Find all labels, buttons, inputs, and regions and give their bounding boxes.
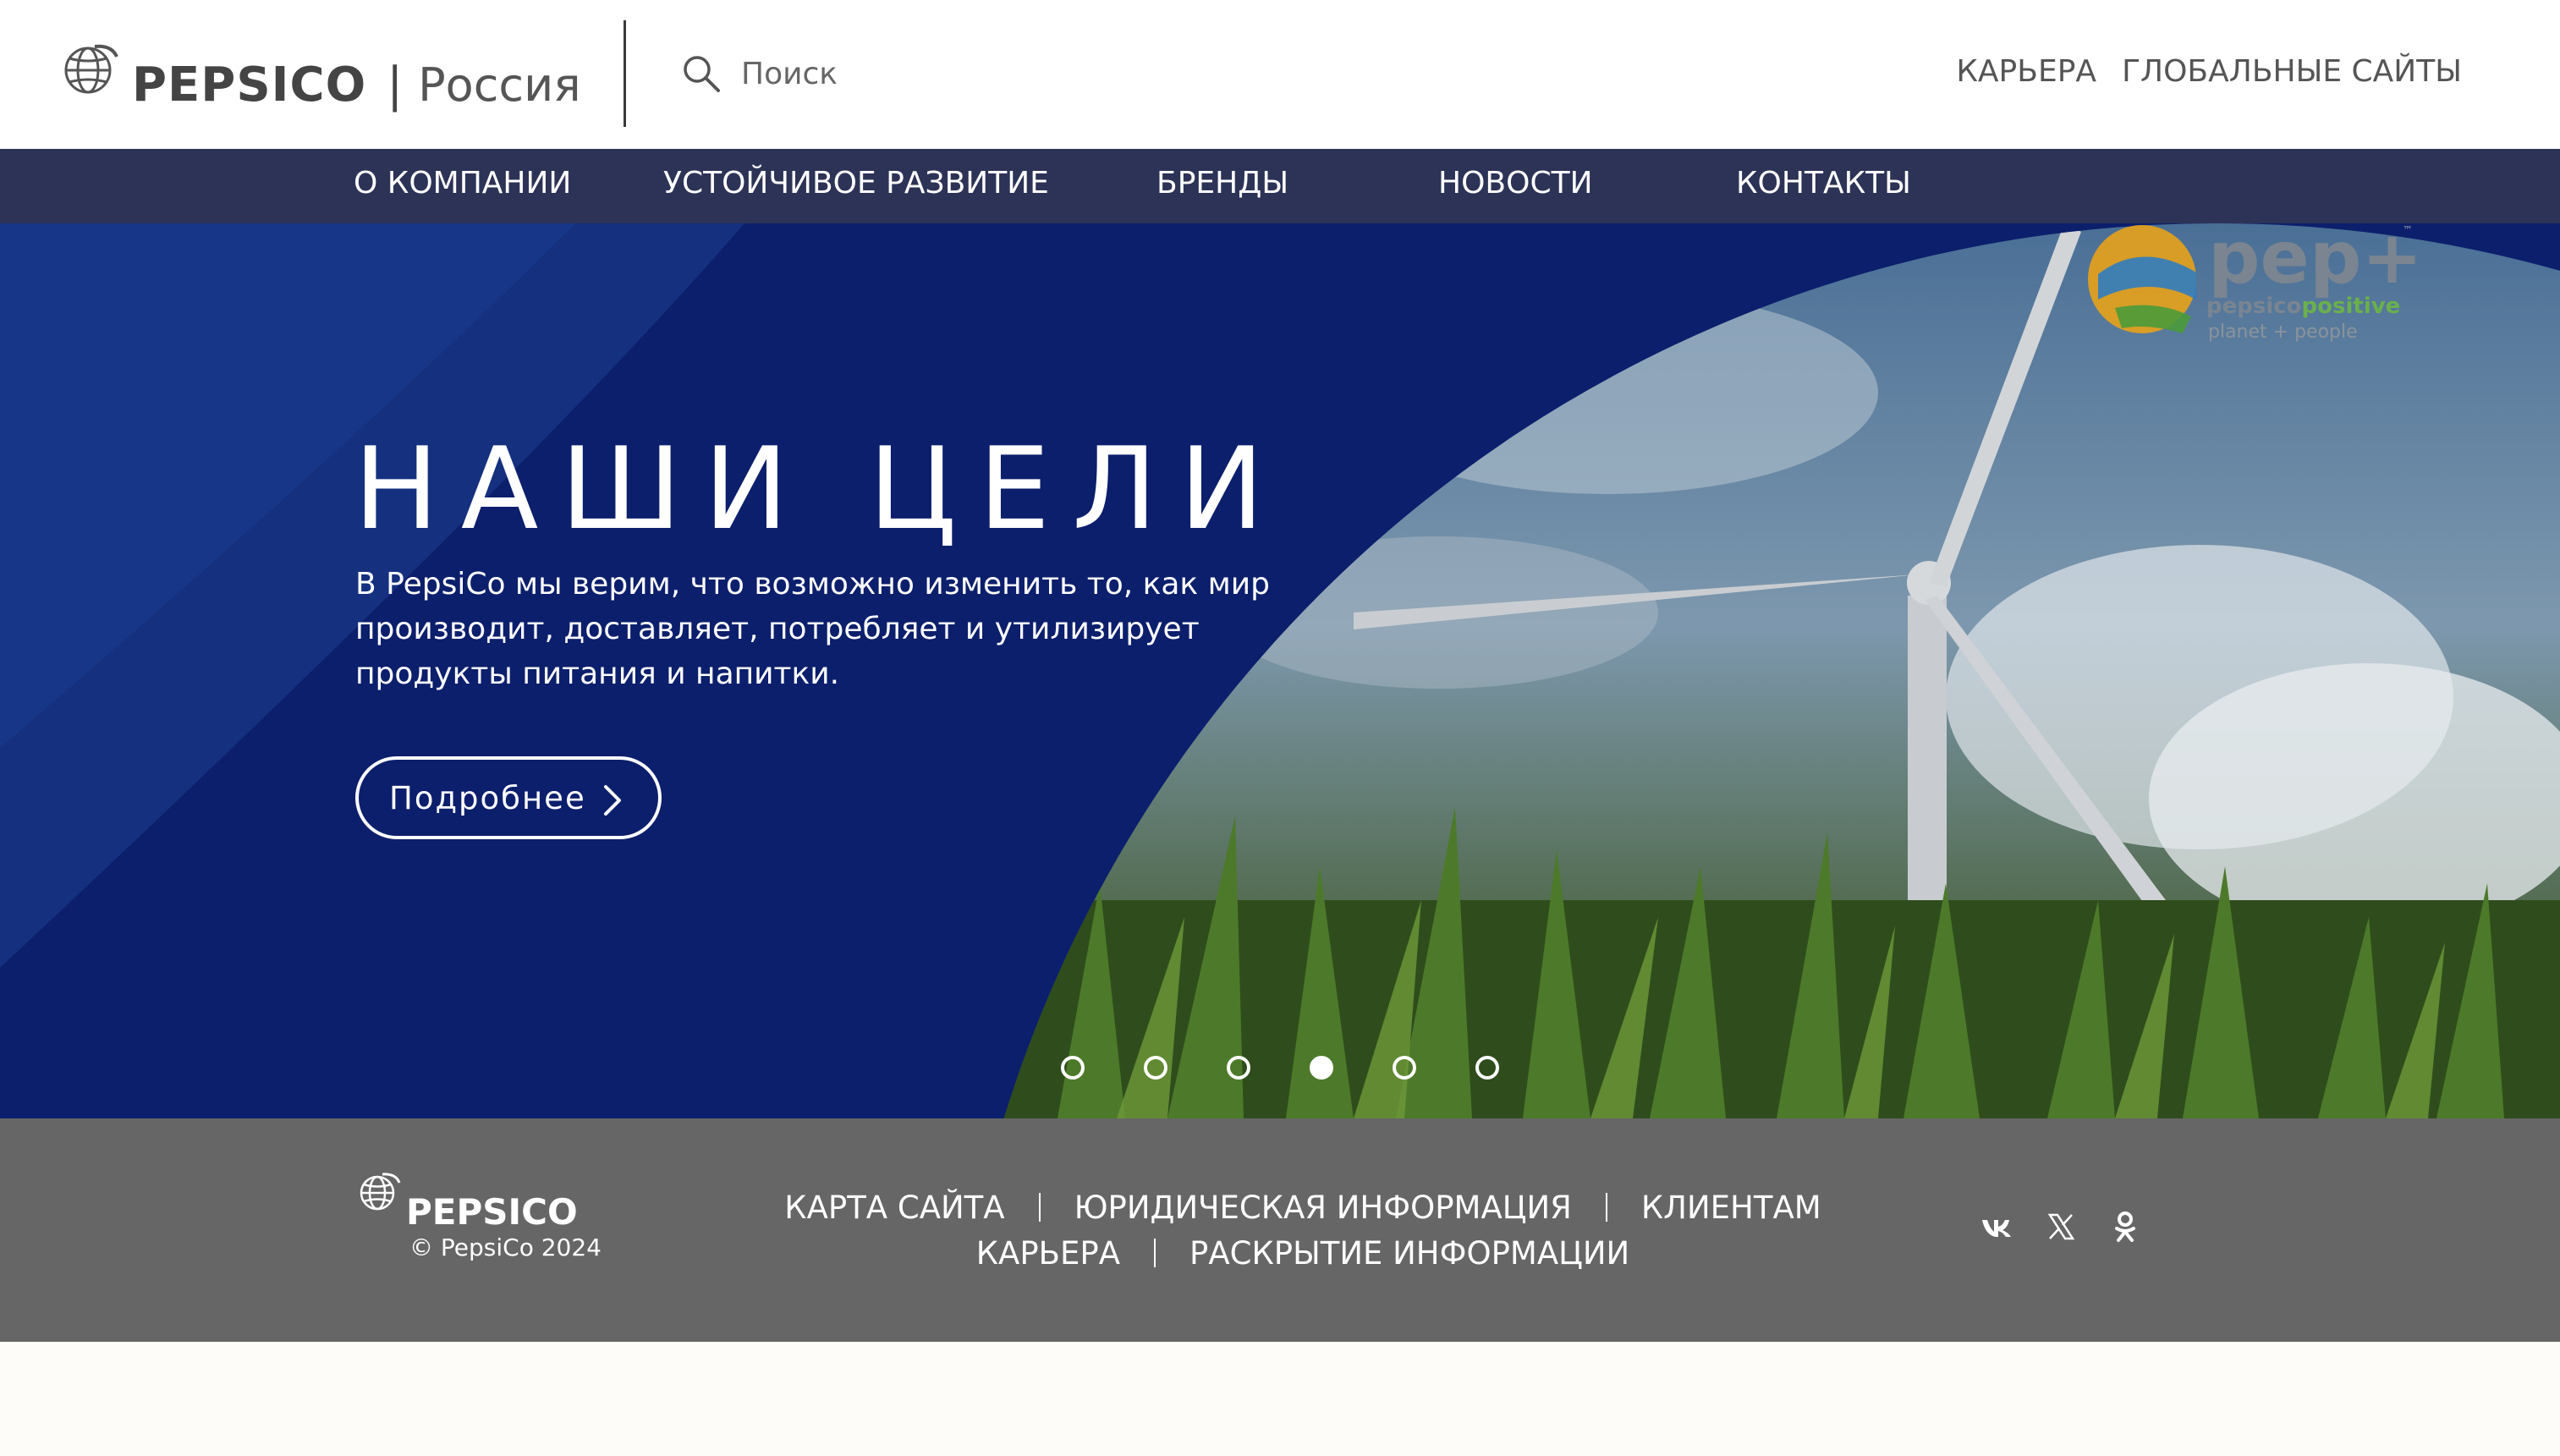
hero-description: В PepsiCo мы верим, что возможно изменит… [355,567,1271,691]
link-divider [1038,1193,1041,1222]
region-label: Россия [418,58,581,112]
nav-item-brands[interactable]: БРЕНДЫ [1156,166,1288,201]
carousel-dot-active[interactable] [1310,1056,1333,1080]
footer-link-disclosure[interactable]: РАСКРЫТИЕ ИНФОРМАЦИИ [1189,1235,1629,1272]
nav-item-contacts[interactable]: КОНТАКТЫ [1736,166,1911,201]
search-input[interactable] [741,56,1164,91]
odnoklassniki-link[interactable] [2108,1210,2142,1244]
learn-more-button[interactable]: Подробнее [355,756,662,839]
globe-icon [360,1173,401,1211]
hero-title: НАШИ ЦЕЛИ [354,423,1287,555]
social-links [1980,1210,2142,1244]
nav-item-sustainability[interactable]: УСТОЙЧИВОЕ РАЗВИТИЕ [663,166,1049,201]
hero-banner: pep+ ™ pepsicopositive planet + people Н… [0,223,2560,1118]
link-divider [1154,1239,1156,1267]
brand-separator: | [387,58,404,113]
carousel-dot[interactable] [1061,1056,1085,1080]
trademark-mark: ™ [2403,224,2413,236]
search-box[interactable] [682,54,1164,93]
link-divider [1605,1193,1607,1222]
carousel-dot[interactable] [1475,1056,1499,1080]
pep-positive-logo: pep+ ™ pepsicopositive planet + people [2088,223,2420,343]
pepsico-positive-label: pepsicopositive [2206,294,2400,319]
footer-link-career[interactable]: КАРЬЕРА [976,1235,1120,1272]
search-icon[interactable] [682,54,721,93]
x-link[interactable] [2044,1210,2078,1244]
carousel-dot[interactable] [1144,1056,1167,1080]
vk-icon [1982,1220,2011,1237]
footer-links: КАРТА САЙТА ЮРИДИЧЕСКАЯ ИНФОРМАЦИЯ КЛИЕН… [677,1184,1929,1276]
main-nav: О КОМПАНИИ УСТОЙЧИВОЕ РАЗВИТИЕ БРЕНДЫ НО… [0,149,2560,223]
carousel-dot[interactable] [1393,1056,1416,1080]
site-footer: PEPSICO © PepsiCo 2024 КАРТА САЙТА ЮРИДИ… [0,1118,2560,1342]
site-header: PEPSICO | Россия КАРЬЕРА ГЛОБАЛЬНЫЕ САЙТ… [0,0,2560,149]
footer-link-sitemap[interactable]: КАРТА САЙТА [784,1190,1004,1226]
global-sites-link[interactable]: ГЛОБАЛЬНЫЕ САЙТЫ [2122,54,2462,89]
header-divider [624,20,626,127]
planet-people-label: planet + people [2208,321,2358,343]
footer-link-legal[interactable]: ЮРИДИЧЕСКАЯ ИНФОРМАЦИЯ [1074,1190,1572,1226]
x-icon [2047,1213,2075,1240]
career-link[interactable]: КАРЬЕРА [1956,54,2096,89]
utility-links: КАРЬЕРА ГЛОБАЛЬНЫЕ САЙТЫ [1956,54,2462,89]
carousel-pagination [1061,1056,1499,1080]
chevron-right-icon [604,785,621,816]
copyright-text: © PepsiCo 2024 [409,1233,602,1261]
footer-logo[interactable]: PEPSICO [357,1171,578,1233]
nav-item-news[interactable]: НОВОСТИ [1438,166,1593,201]
odnoklassniki-icon [2115,1212,2135,1242]
brand-wordmark: PEPSICO [132,58,367,113]
nav-item-about[interactable]: О КОМПАНИИ [354,166,571,201]
learn-more-label: Подробнее [389,779,586,816]
globe-icon [64,44,118,93]
footer-brand-wordmark: PEPSICO [406,1191,578,1233]
vk-link[interactable] [1980,1210,2013,1244]
pepsico-logo[interactable]: PEPSICO | Россия [61,29,581,113]
pep-wordmark: pep+ [2208,223,2420,300]
footer-link-clients[interactable]: КЛИЕНТАМ [1641,1190,1821,1226]
carousel-dot[interactable] [1227,1056,1250,1080]
